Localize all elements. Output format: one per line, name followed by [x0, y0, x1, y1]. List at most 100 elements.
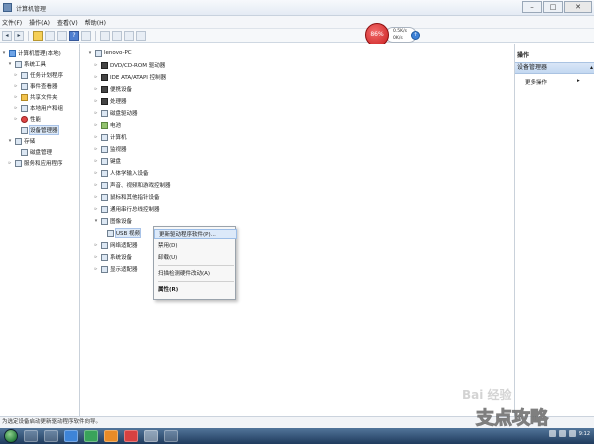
network-icon[interactable] [558, 430, 566, 437]
expand-toggle[interactable]: ▹ [93, 241, 99, 249]
device-category[interactable]: ▹ 电池 [93, 120, 121, 130]
device-category[interactable]: ▹ 便携设备 [93, 84, 132, 94]
tree-item-device-manager[interactable]: 设备管理器 [13, 125, 59, 135]
device-category-imaging[interactable]: ▾ 图像设备 [93, 216, 132, 226]
expand-toggle[interactable]: ▹ [93, 85, 99, 93]
tray-icon[interactable] [548, 430, 556, 437]
update-driver-icon[interactable] [100, 30, 110, 41]
expand-toggle[interactable]: ▹ [13, 71, 19, 79]
disable-device-icon[interactable] [112, 30, 122, 41]
tree-item[interactable]: ▹ 任务计划程序 [13, 70, 63, 80]
device-category[interactable]: ▹ 处理器 [93, 96, 127, 106]
expand-toggle[interactable]: ▹ [93, 97, 99, 105]
app-taskbar-icon[interactable] [124, 430, 138, 442]
properties-menu-item[interactable]: 属性(R) [154, 285, 237, 295]
expand-toggle[interactable]: ▾ [7, 60, 13, 68]
expand-toggle[interactable]: ▹ [13, 104, 19, 112]
device-category[interactable]: ▹ IDE ATA/ATAPI 控制器 [93, 72, 166, 82]
volume-icon[interactable] [568, 430, 576, 437]
site-watermark: 支点攻略 [476, 408, 549, 430]
forward-icon[interactable]: ▸ [14, 30, 24, 41]
expand-toggle[interactable]: ▹ [93, 253, 99, 261]
expand-toggle[interactable]: ▾ [93, 217, 99, 225]
tree-item[interactable]: ▹ 本地用户和组 [13, 103, 63, 113]
explorer-taskbar-icon[interactable] [24, 430, 38, 442]
device-tree-root[interactable]: ▾ lenovo-PC [87, 48, 132, 58]
uninstall-menu-item[interactable]: 卸载(U) [154, 253, 237, 263]
browser-taskbar-icon[interactable] [104, 430, 118, 442]
app-taskbar-icon[interactable] [84, 430, 98, 442]
tree-item[interactable]: ▹ 共享文件夹 [13, 92, 58, 102]
uninstall-device-icon[interactable] [124, 30, 134, 41]
expand-toggle[interactable]: ▹ [93, 145, 99, 153]
actions-device-manager[interactable]: 设备管理器 ▴ [515, 62, 594, 74]
collapse-icon[interactable]: ▴ [590, 63, 593, 73]
tree-item[interactable]: ▾ 存储 [7, 136, 35, 146]
expand-toggle[interactable]: ▹ [93, 73, 99, 81]
device-category[interactable]: ▹ 网络适配器 [93, 240, 138, 250]
device-category[interactable]: ▹ 计算机 [93, 132, 127, 142]
expand-toggle[interactable]: ▹ [13, 93, 19, 101]
tree-item[interactable]: ▹ 事件查看器 [13, 81, 58, 91]
expand-toggle[interactable]: ▹ [93, 61, 99, 69]
properties-icon[interactable] [57, 30, 67, 41]
tree-item[interactable]: 磁盘管理 [13, 147, 52, 157]
menu-action[interactable]: 操作(A) [29, 18, 50, 27]
more-actions[interactable]: 更多操作 ▸ [525, 78, 580, 86]
expand-toggle[interactable]: ▹ [93, 265, 99, 273]
device-category[interactable]: ▹ 磁盘驱动器 [93, 108, 138, 118]
tree-item[interactable]: ▾ 系统工具 [7, 59, 46, 69]
disable-menu-item[interactable]: 禁用(D) [154, 241, 237, 251]
expand-toggle[interactable]: ▹ [93, 193, 99, 201]
media-player-taskbar-icon[interactable] [44, 430, 58, 442]
ie-taskbar-icon[interactable] [64, 430, 78, 442]
help-icon[interactable]: ? [69, 30, 79, 41]
device-category[interactable]: ▹ 系统设备 [93, 252, 132, 262]
back-icon[interactable]: ◂ [2, 30, 12, 41]
show-hide-tree-icon[interactable] [45, 30, 55, 41]
tree-item[interactable]: ▹ 服务和应用程序 [7, 158, 63, 168]
expand-toggle[interactable]: ▾ [87, 49, 93, 57]
expand-toggle[interactable]: ▹ [13, 115, 19, 123]
menu-file[interactable]: 文件(F) [2, 18, 22, 27]
device-category[interactable]: ▹ 键盘 [93, 156, 121, 166]
expand-toggle[interactable]: ▾ [1, 49, 7, 57]
device-category[interactable]: ▹ 监视器 [93, 144, 127, 154]
menu-view[interactable]: 查看(V) [57, 18, 78, 27]
scan-hardware-menu-item[interactable]: 扫描检测硬件改动(A) [154, 269, 237, 279]
tree-item-label: 设备管理器 [29, 125, 59, 135]
monitor-icon [101, 145, 108, 153]
expand-toggle[interactable]: ▹ [93, 133, 99, 141]
app-taskbar-icon[interactable] [164, 430, 178, 442]
clock[interactable]: 9:12 [579, 431, 590, 437]
device-category[interactable]: ▹ 显示适配器 [93, 264, 138, 274]
expand-toggle[interactable]: ▾ [7, 137, 13, 145]
start-button[interactable] [4, 429, 18, 443]
expand-toggle[interactable]: ▹ [93, 181, 99, 189]
device-category[interactable]: ▹ DVD/CD-ROM 驱动器 [93, 60, 165, 70]
device-category[interactable]: ▹ 声音、视频和游戏控制器 [93, 180, 171, 190]
maximize-button[interactable]: □ [543, 1, 563, 13]
expand-toggle[interactable]: ▹ [93, 169, 99, 177]
up-folder-icon[interactable] [33, 30, 43, 41]
enable-device-icon[interactable] [136, 30, 146, 41]
expand-toggle[interactable]: ▹ [13, 82, 19, 90]
expand-toggle[interactable]: ▹ [7, 159, 13, 167]
update-driver-menu-item[interactable]: 更新驱动程序软件(P)... [154, 229, 237, 239]
tree-item[interactable]: ▾ 计算机管理(本地) [1, 48, 61, 58]
menu-help[interactable]: 帮助(H) [85, 18, 106, 27]
speedup-icon[interactable]: ↑ [411, 31, 420, 40]
expand-toggle[interactable]: ▹ [93, 121, 99, 129]
scan-hardware-icon[interactable] [81, 30, 91, 41]
tree-item[interactable]: ▹ 性能 [13, 114, 41, 124]
device-usb-video[interactable]: USB 视频 [99, 228, 142, 238]
device-category[interactable]: ▹ 人体学输入设备 [93, 168, 149, 178]
expand-toggle[interactable]: ▹ [93, 205, 99, 213]
computer-management-taskbar-icon[interactable] [144, 430, 158, 442]
expand-toggle[interactable]: ▹ [93, 157, 99, 165]
close-button[interactable]: ✕ [564, 1, 592, 13]
expand-toggle[interactable]: ▹ [93, 109, 99, 117]
device-category[interactable]: ▹ 鼠标和其他指针设备 [93, 192, 160, 202]
minimize-button[interactable]: – [522, 1, 542, 13]
device-category[interactable]: ▹ 通用串行总线控制器 [93, 204, 160, 214]
